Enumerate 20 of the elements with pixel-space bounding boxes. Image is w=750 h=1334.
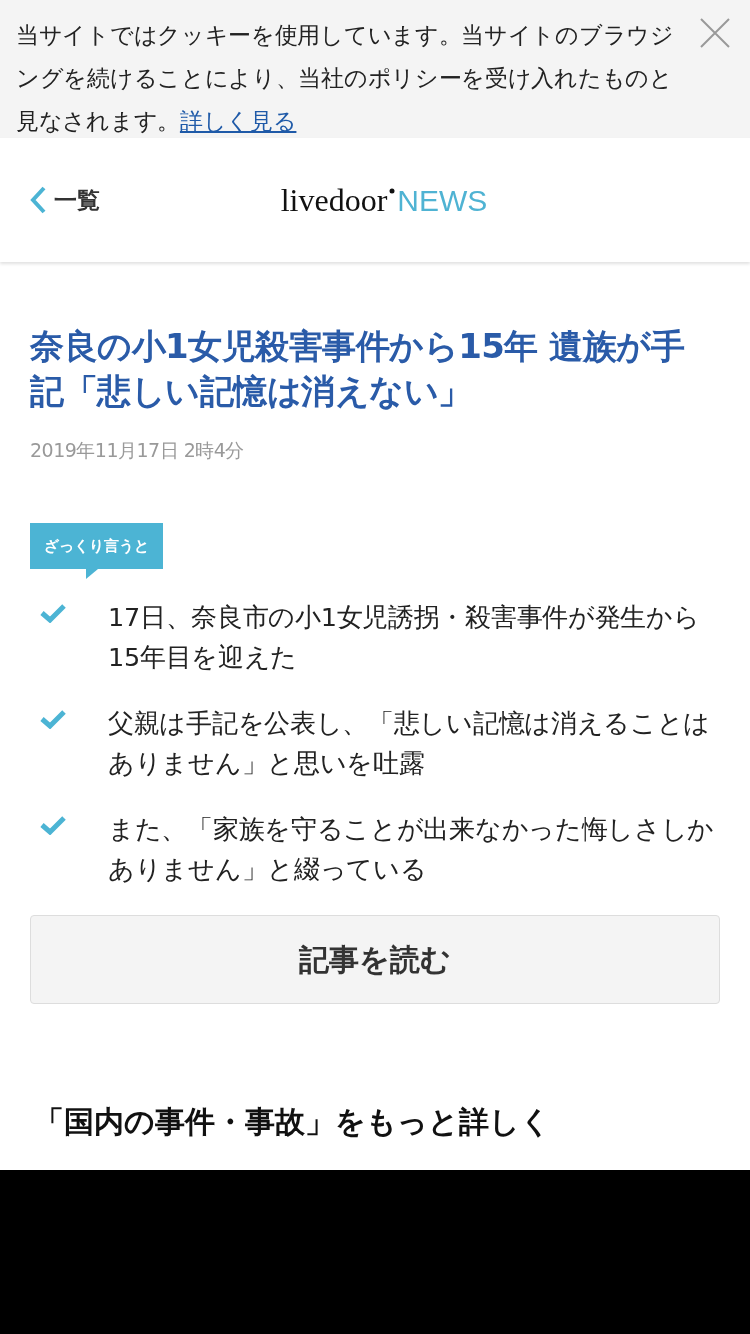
summary-text: 父親は手記を公表し、「悲しい記憶は消えることはありません」と思いを吐露 <box>108 707 712 780</box>
read-article-button[interactable]: 記事を読む <box>30 915 720 1004</box>
details-link[interactable]: 詳しく見る <box>179 108 297 134</box>
chevron-left-icon <box>30 186 46 214</box>
logo-text: livedoor <box>280 183 388 216</box>
back-link[interactable]: 一覧 <box>30 182 100 218</box>
article-title: 奈良の小1女児殺害事件から15年 遺族が手記「悲しい記憶は消えない」 <box>30 325 686 413</box>
registered-mark-icon <box>389 187 396 194</box>
check-icon <box>40 709 66 729</box>
label-tail-icon <box>86 569 98 579</box>
check-icon <box>40 603 66 623</box>
summary-label: ざっくり言うと <box>30 522 163 569</box>
summary-text: また、「家族を守ることが出来なかった悔しさしかありません」と綴っている <box>108 813 716 886</box>
cookie-notice-text: 当サイトではクッキーを使用しています。当サイトのブラウジングを続けることにより、当社のポリシーを受け入れたものと見なされます。詳しく見る <box>16 21 675 136</box>
article-date: 2019年11月17日 2時4分 <box>30 438 245 463</box>
logo-subtext: NEWS <box>397 183 488 217</box>
close-icon[interactable] <box>700 18 730 48</box>
summary-text: 17日、奈良市の小1女児誘拐・殺害事件が発生から15年目を迎えた <box>108 601 701 674</box>
check-icon <box>40 815 66 835</box>
section-heading: 「国内の事件・事故」をもっと詳しく <box>34 1103 552 1141</box>
